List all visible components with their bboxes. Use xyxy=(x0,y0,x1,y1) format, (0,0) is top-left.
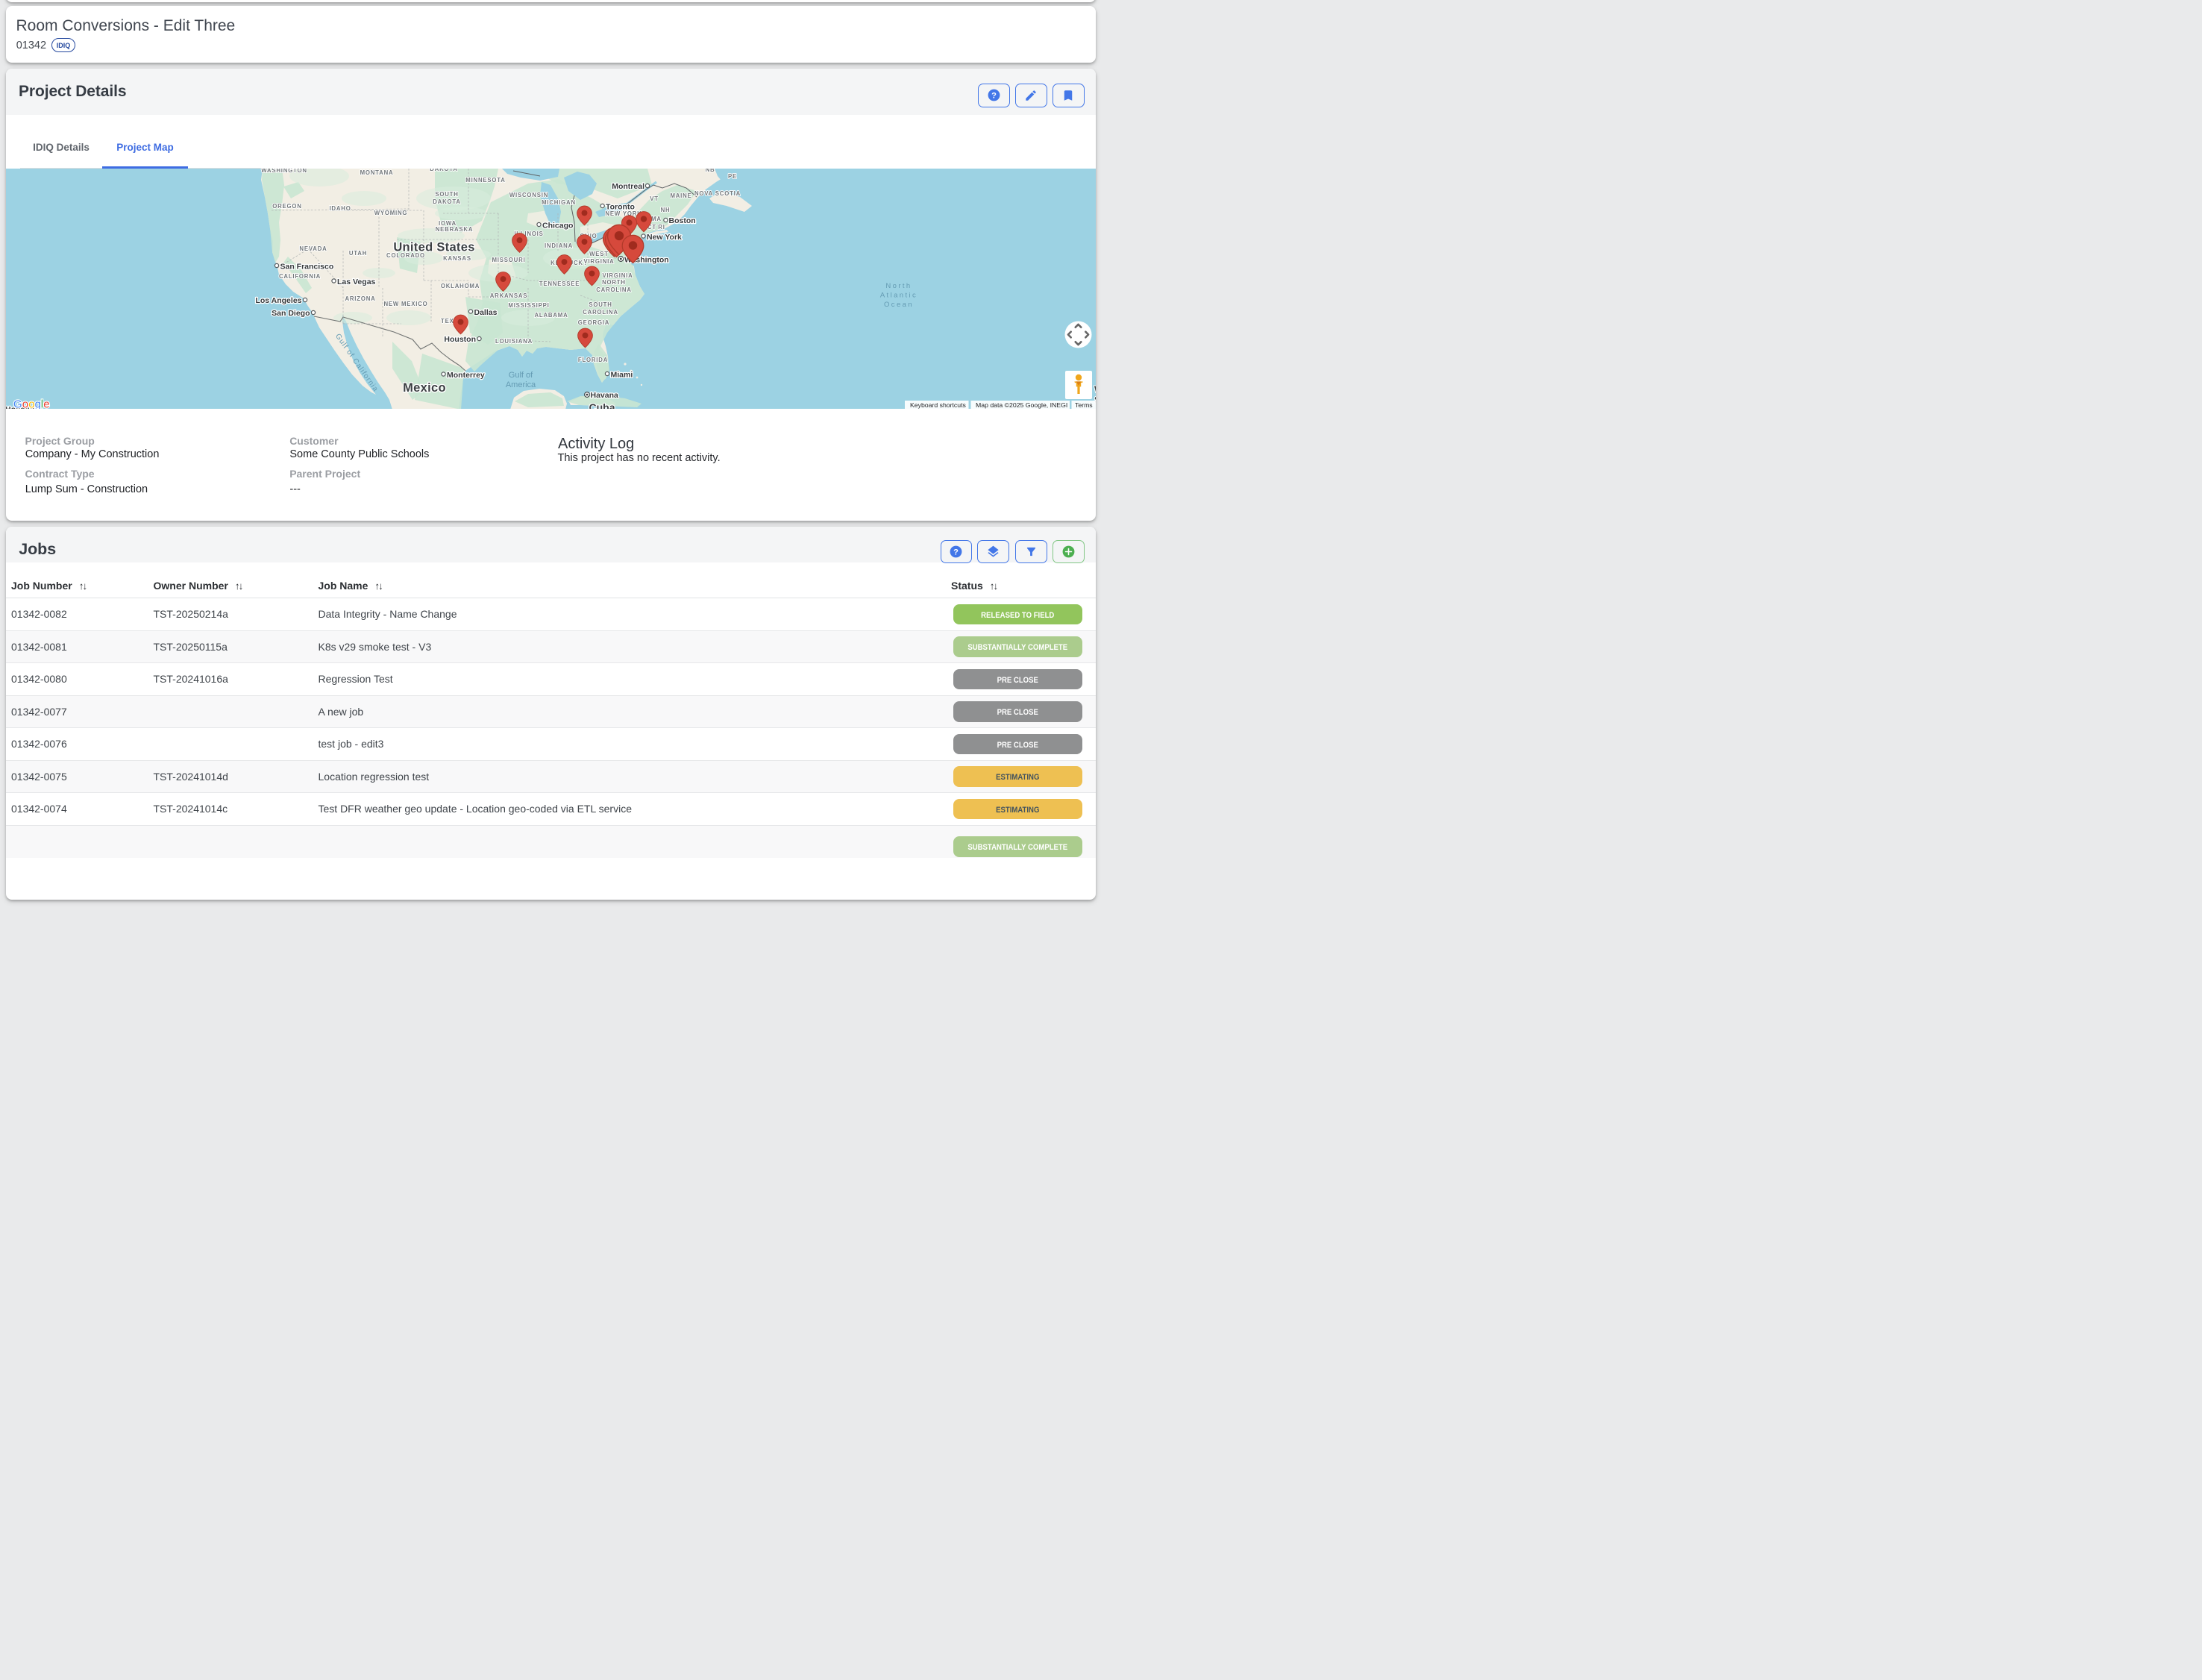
svg-text:SOUTH: SOUTH xyxy=(589,301,612,308)
svg-text:United States: United States xyxy=(393,240,474,254)
svg-text:G: G xyxy=(13,398,22,409)
svg-text:Montreal: Montreal xyxy=(612,182,644,191)
svg-text:KANSAS: KANSAS xyxy=(443,255,471,262)
svg-text:Toronto: Toronto xyxy=(606,202,635,211)
svg-text:San Diego: San Diego xyxy=(272,309,310,318)
svg-text:UTAH: UTAH xyxy=(348,250,366,257)
svg-text:ALABAMA: ALABAMA xyxy=(534,312,568,319)
svg-text:VT: VT xyxy=(650,195,659,202)
svg-text:MA: MA xyxy=(651,216,662,222)
svg-text:o: o xyxy=(28,398,34,409)
svg-text:WYOMING: WYOMING xyxy=(374,210,407,216)
svg-text:Atlantic: Atlantic xyxy=(879,291,917,299)
svg-text:INDIANA: INDIANA xyxy=(544,242,572,249)
svg-text:Las Vegas: Las Vegas xyxy=(337,278,376,286)
svg-text:DAKOTA: DAKOTA xyxy=(433,198,461,205)
svg-text:o: o xyxy=(22,398,28,409)
svg-text:NORTH: NORTH xyxy=(602,279,626,286)
svg-text:San Francisco: San Francisco xyxy=(280,262,333,271)
svg-text:Boston: Boston xyxy=(668,216,695,225)
svg-text:PE: PE xyxy=(727,173,736,180)
svg-text:NEVADA: NEVADA xyxy=(299,245,327,252)
svg-text:Havana: Havana xyxy=(590,391,618,400)
svg-text:?: ? xyxy=(991,92,997,101)
svg-text:MICHIGAN: MICHIGAN xyxy=(542,199,576,206)
svg-text:Gulf of: Gulf of xyxy=(508,371,533,380)
svg-text:Houston: Houston xyxy=(444,335,476,344)
svg-text:Monterrey: Monterrey xyxy=(447,371,485,380)
svg-text:NOVA SCOTIA: NOVA SCOTIA xyxy=(694,190,740,197)
svg-text:MISSOURI: MISSOURI xyxy=(492,257,525,263)
svg-text:MONTANA: MONTANA xyxy=(360,169,393,176)
svg-text:MAINE: MAINE xyxy=(670,192,691,199)
svg-text:CAROLINA: CAROLINA xyxy=(596,286,632,293)
svg-text:NEBRASKA: NEBRASKA xyxy=(435,226,473,233)
svg-text:WISCONSIN: WISCONSIN xyxy=(509,192,548,198)
svg-text:ARIZONA: ARIZONA xyxy=(345,295,375,302)
svg-text:NB: NB xyxy=(705,169,715,173)
svg-text:VIRGINIA: VIRGINIA xyxy=(583,258,614,265)
svg-text:WEST: WEST xyxy=(589,251,609,257)
svg-text:VIRGINIA: VIRGINIA xyxy=(602,272,633,279)
svg-text:WASHINGTON: WASHINGTON xyxy=(261,169,307,174)
svg-text:America: America xyxy=(505,380,536,389)
svg-text:LOUISIANA: LOUISIANA xyxy=(495,338,532,345)
svg-text:ARKANSAS: ARKANSAS xyxy=(489,292,527,299)
svg-text:?: ? xyxy=(953,548,959,557)
svg-text:CAROLINA: CAROLINA xyxy=(583,309,618,316)
svg-text:Mexico: Mexico xyxy=(403,381,446,395)
svg-text:CALIFORNIA: CALIFORNIA xyxy=(278,273,320,280)
svg-text:IDAHO: IDAHO xyxy=(329,205,351,212)
svg-text:Cuba: Cuba xyxy=(589,401,615,410)
svg-text:RI: RI xyxy=(658,224,665,231)
svg-text:New York: New York xyxy=(647,233,682,242)
svg-text:SOUTH: SOUTH xyxy=(435,191,458,198)
svg-text:MISSISSIPPI: MISSISSIPPI xyxy=(508,302,549,309)
svg-text:OKLAHOMA: OKLAHOMA xyxy=(440,283,479,289)
svg-text:Ocean: Ocean xyxy=(884,301,914,309)
svg-text:MINNESOTA: MINNESOTA xyxy=(465,177,505,184)
svg-text:Keyboard shortcuts: Keyboard shortcuts xyxy=(910,401,967,409)
svg-text:GEORGIA: GEORGIA xyxy=(577,319,609,326)
svg-text:g: g xyxy=(34,398,40,409)
svg-text:Terms: Terms xyxy=(1075,401,1093,409)
svg-text:Chicago: Chicago xyxy=(542,221,573,230)
svg-text:NEW MEXICO: NEW MEXICO xyxy=(383,301,427,307)
svg-text:OREGON: OREGON xyxy=(272,203,301,210)
svg-text:Miami: Miami xyxy=(610,370,633,379)
svg-text:Dallas: Dallas xyxy=(474,308,497,317)
svg-text:Los Angeles: Los Angeles xyxy=(255,296,301,305)
svg-text:FLORIDA: FLORIDA xyxy=(577,357,607,363)
svg-text:North: North xyxy=(885,282,912,290)
svg-text:e: e xyxy=(43,398,49,409)
svg-text:Map data ©2025 Google, INEGI: Map data ©2025 Google, INEGI xyxy=(976,401,1067,409)
svg-text:TENNESSEE: TENNESSEE xyxy=(539,280,579,287)
svg-text:NH: NH xyxy=(660,207,670,213)
svg-text:DAKOTA: DAKOTA xyxy=(430,169,458,172)
svg-text:W: W xyxy=(1094,384,1096,395)
